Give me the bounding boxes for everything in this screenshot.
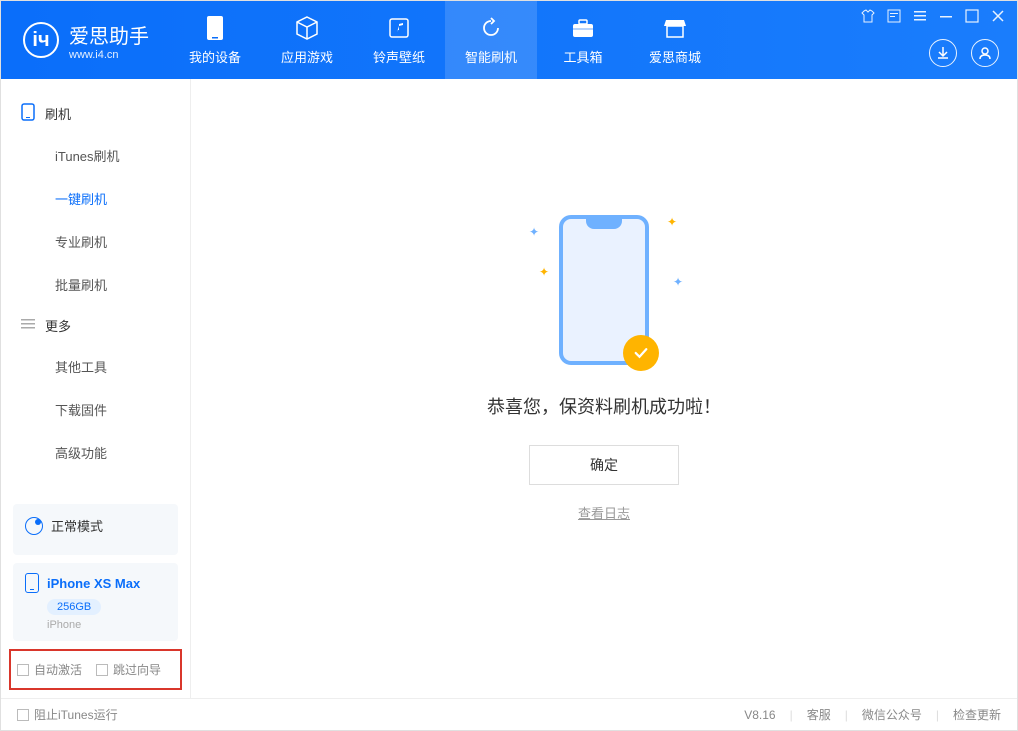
- tab-label: 我的设备: [189, 47, 241, 66]
- maximize-icon[interactable]: [965, 9, 979, 23]
- tab-toolbox[interactable]: 工具箱: [537, 1, 629, 79]
- logo-icon: iч: [23, 22, 59, 58]
- sidebar-item-advanced[interactable]: 高级功能: [1, 431, 190, 474]
- tab-label: 铃声壁纸: [373, 47, 425, 66]
- sidebar: 刷机 iTunes刷机 一键刷机 专业刷机 批量刷机 更多 其他工具 下载固件 …: [1, 79, 191, 698]
- main-content: ✦ ✦ ✦ ✦ 恭喜您，保资料刷机成功啦！ 确定 查看日志: [191, 79, 1017, 698]
- sparkle-icon: ✦: [667, 215, 677, 229]
- sidebar-item-other-tools[interactable]: 其他工具: [1, 345, 190, 388]
- header-tabs: 我的设备 应用游戏 铃声壁纸 智能刷机 工具箱 爱思商城: [169, 1, 721, 79]
- sidebar-group-more[interactable]: 更多: [1, 306, 190, 345]
- device-type: iPhone: [47, 619, 166, 631]
- tab-smart-flash[interactable]: 智能刷机: [445, 1, 537, 79]
- check-update-link[interactable]: 检查更新: [953, 706, 1001, 723]
- sidebar-group-label: 刷机: [45, 104, 71, 123]
- tab-label: 智能刷机: [465, 47, 517, 66]
- window-controls: [861, 9, 1005, 23]
- sidebar-item-pro-flash[interactable]: 专业刷机: [1, 220, 190, 263]
- checkbox-label: 跳过向导: [113, 661, 161, 678]
- tab-apps-games[interactable]: 应用游戏: [261, 1, 353, 79]
- checkbox-auto-activate[interactable]: 自动激活: [17, 661, 82, 678]
- close-icon[interactable]: [991, 9, 1005, 23]
- sparkle-icon: ✦: [529, 225, 539, 239]
- shirt-icon[interactable]: [861, 9, 875, 23]
- checkbox-skip-guide[interactable]: 跳过向导: [96, 661, 161, 678]
- header-actions: [929, 39, 999, 67]
- tab-store[interactable]: 爱思商城: [629, 1, 721, 79]
- sparkle-icon: ✦: [673, 275, 683, 289]
- success-message: 恭喜您，保资料刷机成功啦！: [487, 393, 721, 419]
- music-icon: [386, 15, 412, 41]
- checkbox-block-itunes[interactable]: 阻止iTunes运行: [17, 706, 118, 723]
- checkbox-icon: [17, 709, 29, 721]
- success-badge-icon: [623, 335, 659, 371]
- phone-illustration: [559, 215, 649, 365]
- status-bar: 阻止iTunes运行 V8.16 | 客服 | 微信公众号 | 检查更新: [1, 698, 1017, 730]
- tab-label: 应用游戏: [281, 47, 333, 66]
- sidebar-group-label: 更多: [45, 316, 71, 335]
- checkbox-label: 阻止iTunes运行: [34, 706, 118, 723]
- phone-icon: [21, 103, 35, 124]
- device-name-row: iPhone XS Max: [25, 573, 166, 593]
- checkbox-icon: [96, 664, 108, 676]
- activation-options-box: 自动激活 跳过向导: [9, 649, 182, 690]
- sidebar-item-batch-flash[interactable]: 批量刷机: [1, 263, 190, 306]
- device-name: iPhone XS Max: [47, 576, 140, 591]
- view-log-link[interactable]: 查看日志: [578, 503, 630, 522]
- phone-icon: [25, 573, 39, 593]
- wechat-link[interactable]: 微信公众号: [862, 706, 922, 723]
- app-logo: iч 爱思助手 www.i4.cn: [1, 20, 169, 61]
- support-link[interactable]: 客服: [807, 706, 831, 723]
- list-icon: [21, 317, 35, 334]
- tab-label: 爱思商城: [649, 47, 701, 66]
- sidebar-item-download-firmware[interactable]: 下载固件: [1, 388, 190, 431]
- device-capacity: 256GB: [47, 599, 101, 615]
- device-mode: 正常模式: [25, 516, 166, 535]
- confirm-button[interactable]: 确定: [529, 445, 679, 485]
- user-icon[interactable]: [971, 39, 999, 67]
- tab-ringtone-wallpaper[interactable]: 铃声壁纸: [353, 1, 445, 79]
- version-label: V8.16: [744, 708, 775, 722]
- checkbox-label: 自动激活: [34, 661, 82, 678]
- cube-icon: [294, 15, 320, 41]
- app-name: 爱思助手: [69, 20, 149, 49]
- sidebar-group-flash[interactable]: 刷机: [1, 93, 190, 134]
- shop-icon: [662, 15, 688, 41]
- device-mode-label: 正常模式: [51, 516, 103, 535]
- device-status-panel: 正常模式: [13, 504, 178, 555]
- download-icon[interactable]: [929, 39, 957, 67]
- toolbox-icon: [570, 15, 596, 41]
- tab-my-device[interactable]: 我的设备: [169, 1, 261, 79]
- feedback-icon[interactable]: [887, 9, 901, 23]
- menu-icon[interactable]: [913, 9, 927, 23]
- device-icon: [202, 15, 228, 41]
- checkbox-icon: [17, 664, 29, 676]
- refresh-icon: [478, 15, 504, 41]
- sparkle-icon: ✦: [539, 265, 549, 279]
- device-info-panel[interactable]: iPhone XS Max 256GB iPhone: [13, 563, 178, 641]
- tab-label: 工具箱: [563, 47, 602, 66]
- app-url: www.i4.cn: [69, 49, 149, 61]
- minimize-icon[interactable]: [939, 9, 953, 23]
- mode-icon: [25, 517, 43, 535]
- sidebar-item-itunes-flash[interactable]: iTunes刷机: [1, 134, 190, 177]
- sidebar-item-oneclick-flash[interactable]: 一键刷机: [1, 177, 190, 220]
- app-header: iч 爱思助手 www.i4.cn 我的设备 应用游戏 铃声壁纸 智能刷机 工具…: [1, 1, 1017, 79]
